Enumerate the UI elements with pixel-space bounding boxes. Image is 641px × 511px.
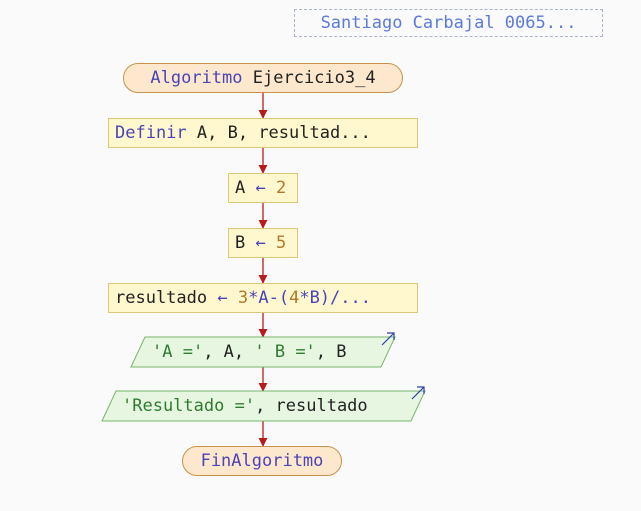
output-1-string-a: 'A =' [152,342,204,362]
output-1-sep-1: , A, [203,342,255,362]
assign-b-arrow: ← [255,233,266,253]
end-node[interactable]: FinAlgoritmo [182,446,342,476]
output-2-text: 'Resultado =', resultado [122,391,368,421]
output-1-text: 'A =', A, ' B =', B [152,337,347,367]
define-variables: A, B, resultad... [196,123,371,143]
assign-result-expr-2: *B)/... [299,288,371,308]
assign-a-node[interactable]: A ← 2 [228,173,298,203]
output-1-string-b: ' B =' [254,342,316,362]
start-keyword: Algoritmo [150,68,243,88]
assign-result-var: resultado [115,288,208,308]
assign-b-value: 5 [276,233,287,253]
author-label: Santiago Carbajal 0065... [294,9,603,37]
assign-result-num-4: 4 [289,288,300,308]
start-node[interactable]: Algoritmo Ejercicio3_4 [123,63,403,93]
algorithm-name: Ejercicio3_4 [252,68,376,88]
assign-b-node[interactable]: B ← 5 [228,228,298,258]
assign-result-num-3: 3 [237,288,249,308]
define-node[interactable]: Definir A, B, resultad... [108,118,418,148]
output-1-sep-2: , B [315,342,347,362]
output-2-string: 'Resultado =' [122,396,256,416]
assign-a-var: A [235,178,246,198]
assign-result-arrow: ← [217,288,228,308]
assign-result-expr-1: *A-( [248,288,290,308]
assign-a-arrow: ← [255,178,266,198]
assign-b-var: B [235,233,246,253]
define-keyword: Definir [115,123,187,143]
output-2-sep: , resultado [255,396,368,416]
flowchart-canvas: Santiago Carbajal 0065... Algoritmo Ejer… [0,0,641,511]
assign-a-value: 2 [276,178,287,198]
assign-result-node[interactable]: resultado ← 3 *A-(4 *B)/... [108,283,418,313]
end-keyword: FinAlgoritmo [200,451,324,471]
